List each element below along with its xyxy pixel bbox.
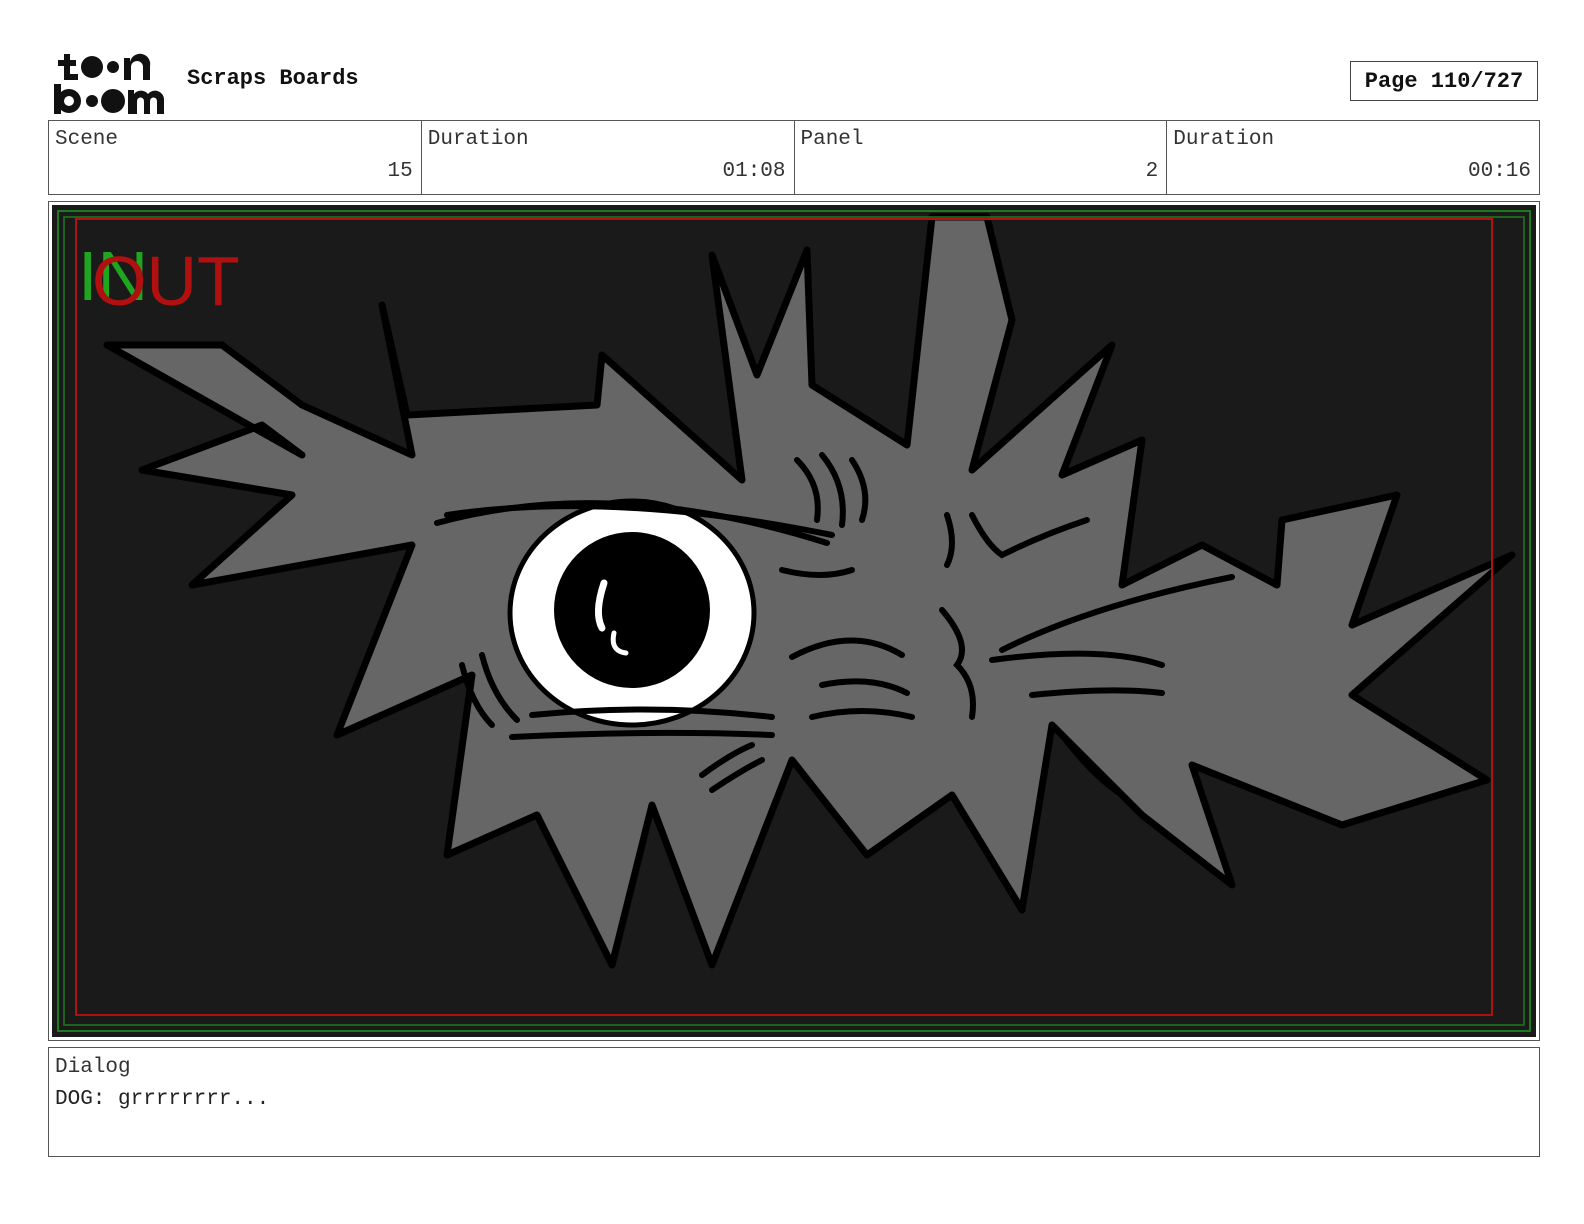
panel-duration-cell: Duration 00:16 [1167, 121, 1539, 194]
scene-label: Scene [55, 128, 119, 151]
panel-duration-label: Duration [1173, 128, 1275, 151]
panel-label: Panel [800, 128, 864, 151]
eye-pupil [554, 532, 710, 688]
scene-duration-value: 01:08 [722, 160, 786, 183]
scene-duration-cell: Duration 01:08 [422, 121, 795, 194]
toon-boom-logo [54, 53, 165, 114]
scene-cell: Scene 15 [49, 121, 422, 194]
panel-duration-value: 00:16 [1467, 160, 1531, 183]
out-marker: OUT [92, 242, 240, 320]
scene-value: 15 [387, 160, 413, 183]
project-title: Scraps Boards [187, 66, 359, 91]
page-counter: Page 110/727 [1350, 61, 1538, 101]
storyboard-panel: IN OUT [48, 201, 1540, 1041]
panel-value: 2 [1145, 160, 1159, 183]
panel-drawing: IN OUT [52, 205, 1536, 1037]
scene-duration-label: Duration [427, 128, 529, 151]
panel-cell: Panel 2 [795, 121, 1168, 194]
panel-info-row: Scene 15 Duration 01:08 Panel 2 Duration… [48, 120, 1540, 195]
dialog-label: Dialog [55, 1056, 131, 1079]
dialog-text: DOG: grrrrrrrr... [55, 1088, 270, 1111]
dialog-box: Dialog DOG: grrrrrrrr... [48, 1047, 1540, 1157]
